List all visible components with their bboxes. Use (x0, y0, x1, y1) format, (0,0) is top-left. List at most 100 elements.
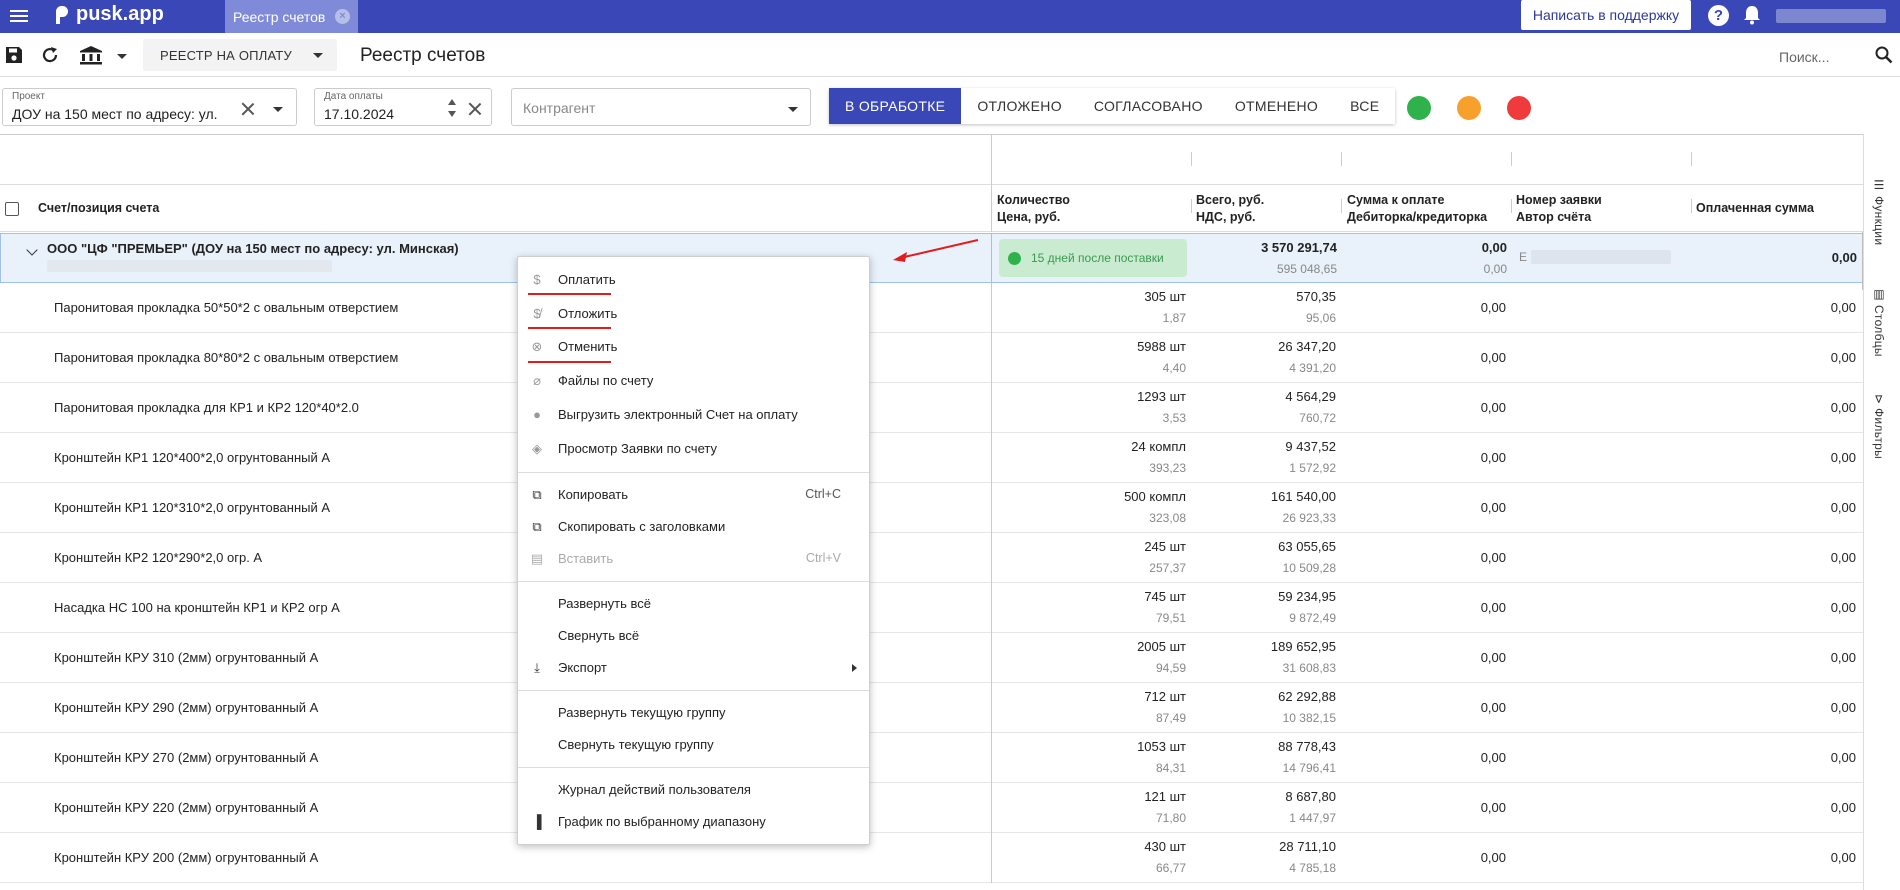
menu-item-pay[interactable]: $ Оплатить (518, 265, 869, 295)
orange-status-dot[interactable] (1457, 96, 1481, 120)
pay-date-field[interactable]: Дата оплаты 17.10.2024 (314, 88, 492, 126)
table-row[interactable]: Паронитовая прокладка для КР1 и КР2 120*… (0, 383, 1863, 433)
refresh-icon[interactable] (40, 45, 60, 65)
item-price: 66,77 (1155, 861, 1186, 875)
chevron-right-icon (852, 664, 857, 672)
table-row[interactable]: Кронштейн КРУ 290 (2мм) огрунтованный А … (0, 683, 1863, 733)
item-price: 87,49 (1155, 711, 1186, 725)
chevron-down-icon[interactable] (788, 107, 798, 112)
item-name: Паронитовая прокладка 80*80*2 с овальным… (54, 350, 399, 365)
tab-close-icon[interactable]: × (335, 9, 350, 24)
menu-item-collapse-group[interactable]: Свернуть текущую группу (518, 730, 869, 760)
tab-cancelled[interactable]: ОТМЕНЕНО (1218, 88, 1335, 124)
menu-item-view-request[interactable]: ◈ Просмотр Заявки по счету (518, 434, 869, 464)
item-paid: 0,00 (1830, 450, 1856, 465)
item-vat: 14 796,41 (1282, 761, 1336, 775)
bank-dropdown-icon[interactable] (117, 54, 127, 59)
date-stepper-icon[interactable] (447, 96, 457, 120)
item-price: 79,51 (1155, 611, 1186, 625)
side-functions-button[interactable]: ☰ Функции (1872, 178, 1886, 245)
project-label: Проект (12, 91, 45, 102)
item-paid: 0,00 (1830, 550, 1856, 565)
item-to-pay: 0,00 (1480, 500, 1506, 515)
menu-item-export-invoice[interactable]: ● Выгрузить электронный Счет на оплату (518, 400, 869, 430)
table-row[interactable]: Кронштейн КРУ 220 (2мм) огрунтованный А … (0, 783, 1863, 833)
menu-icon[interactable] (10, 7, 28, 25)
menu-item-expand-all[interactable]: Развернуть всё (518, 589, 869, 619)
table-row[interactable]: Кронштейн КР2 120*290*2,0 огр. А 245 шт … (0, 533, 1863, 583)
item-name: Кронштейн КРУ 310 (2мм) огрунтованный А (54, 650, 319, 665)
item-name: Кронштейн КР1 120*400*2,0 огрунтованный … (54, 450, 331, 465)
support-button[interactable]: Написать в поддержку (1521, 0, 1691, 30)
table-row[interactable]: Кронштейн КР1 120*400*2,0 огрунтованный … (0, 433, 1863, 483)
menu-item-files[interactable]: ⌀ Файлы по счету (518, 366, 869, 396)
menu-item-export[interactable]: ⤓ Экспорт (518, 653, 869, 683)
menu-item-expand-group[interactable]: Развернуть текущую группу (518, 698, 869, 728)
user-name-blurred[interactable] (1776, 9, 1886, 23)
item-vat: 95,06 (1305, 311, 1336, 325)
help-icon[interactable]: ? (1708, 5, 1729, 26)
tab-postponed[interactable]: ОТЛОЖЕНО (961, 88, 1078, 124)
header-to-pay[interactable]: Сумма к оплате Дебиторка/кредиторка (1347, 192, 1487, 226)
group-vat: 595 048,65 (1276, 262, 1337, 276)
select-all-checkbox[interactable] (5, 202, 19, 216)
clear-project-icon[interactable] (241, 102, 255, 116)
clear-date-icon[interactable] (468, 102, 482, 116)
group-row[interactable]: ООО "ЦФ "ПРЕМЬЕР" (ДОУ на 150 мест по ад… (0, 233, 1863, 283)
menu-item-user-log[interactable]: Журнал действий пользователя (518, 775, 869, 805)
bell-icon[interactable] (1742, 4, 1762, 26)
group-paid: 0,00 (1831, 250, 1857, 265)
tab-all[interactable]: ВСЕ (1334, 88, 1396, 124)
table-row[interactable]: Кронштейн КРУ 270 (2мм) огрунтованный А … (0, 733, 1863, 783)
item-to-pay: 0,00 (1480, 850, 1506, 865)
header-item[interactable]: Счет/позиция счета (38, 200, 159, 217)
counterparty-field[interactable]: Контрагент (511, 88, 811, 126)
header-request[interactable]: Номер заявки Автор счёта (1516, 192, 1602, 226)
chevron-down-icon[interactable] (26, 244, 38, 256)
menu-item-copy-headers[interactable]: ⧉ Скопировать с заголовками (518, 512, 869, 542)
menu-item-chart-range[interactable]: ▐ График по выбранному диапазону (518, 807, 869, 837)
item-to-pay: 0,00 (1480, 300, 1506, 315)
search-icon[interactable] (1875, 46, 1893, 64)
header-paid[interactable]: Оплаченная сумма (1696, 200, 1814, 217)
tab-in-processing[interactable]: В ОБРАБОТКЕ (829, 88, 962, 124)
group-request-initial: Е (1519, 250, 1528, 264)
side-filters-button[interactable]: ⊳ Фильтры (1872, 394, 1886, 459)
table-row[interactable]: Паронитовая прокладка 80*80*2 с овальным… (0, 333, 1863, 383)
project-field[interactable]: Проект ДОУ на 150 мест по адресу: ул. (2, 88, 297, 126)
table-row[interactable]: Насадка НС 100 на кронштейн КР1 и КР2 ог… (0, 583, 1863, 633)
app-logo[interactable]: pusk.app (56, 3, 164, 26)
save-icon[interactable] (4, 45, 24, 65)
chevron-down-icon[interactable] (273, 107, 283, 112)
menu-item-collapse-all[interactable]: Свернуть всё (518, 621, 869, 651)
item-quantity: 1053 шт (1137, 739, 1186, 754)
table-row[interactable]: Паронитовая прокладка 50*50*2 с овальным… (0, 283, 1863, 333)
logo-text: pusk.app (76, 3, 164, 25)
item-paid: 0,00 (1830, 800, 1856, 815)
tab-invoice-registry[interactable]: Реестр счетов × (225, 0, 358, 33)
bank-icon[interactable] (79, 45, 103, 65)
header-group-row (0, 135, 1863, 185)
green-status-dot[interactable] (1407, 96, 1431, 120)
dollar-crossed-icon: $̸ (533, 306, 541, 321)
search-input[interactable]: Поиск... (1779, 49, 1829, 65)
menu-item-paste[interactable]: ▤ Вставить Ctrl+V (518, 544, 869, 574)
item-total: 59 234,95 (1278, 589, 1336, 604)
table-row[interactable]: Кронштейн КР1 120*310*2,0 огрунтованный … (0, 483, 1863, 533)
header-quantity[interactable]: Количество Цена, руб. (997, 192, 1070, 226)
red-status-dot[interactable] (1507, 96, 1531, 120)
header-total[interactable]: Всего, руб. НДС, руб. (1196, 192, 1264, 226)
item-to-pay: 0,00 (1480, 800, 1506, 815)
table-row[interactable]: Кронштейн КРУ 310 (2мм) огрунтованный А … (0, 633, 1863, 683)
registry-label: РЕЕСТР НА ОПЛАТУ (160, 47, 292, 63)
menu-item-cancel[interactable]: ⊗ Отменить (518, 332, 869, 362)
menu-item-copy[interactable]: ⧉ Копировать Ctrl+C (518, 480, 869, 510)
menu-item-postpone[interactable]: $̸ Отложить (518, 299, 869, 329)
registry-select-button[interactable]: РЕЕСТР НА ОПЛАТУ (143, 39, 337, 71)
tab-approved[interactable]: СОГЛАСОВАНО (1077, 88, 1219, 124)
side-columns-button[interactable]: ▥ Столбцы (1872, 287, 1886, 357)
item-quantity: 305 шт (1144, 289, 1186, 304)
pay-date-label: Дата оплаты (324, 91, 383, 102)
item-paid: 0,00 (1830, 350, 1856, 365)
table-row[interactable]: Кронштейн КРУ 200 (2мм) огрунтованный А … (0, 833, 1863, 883)
